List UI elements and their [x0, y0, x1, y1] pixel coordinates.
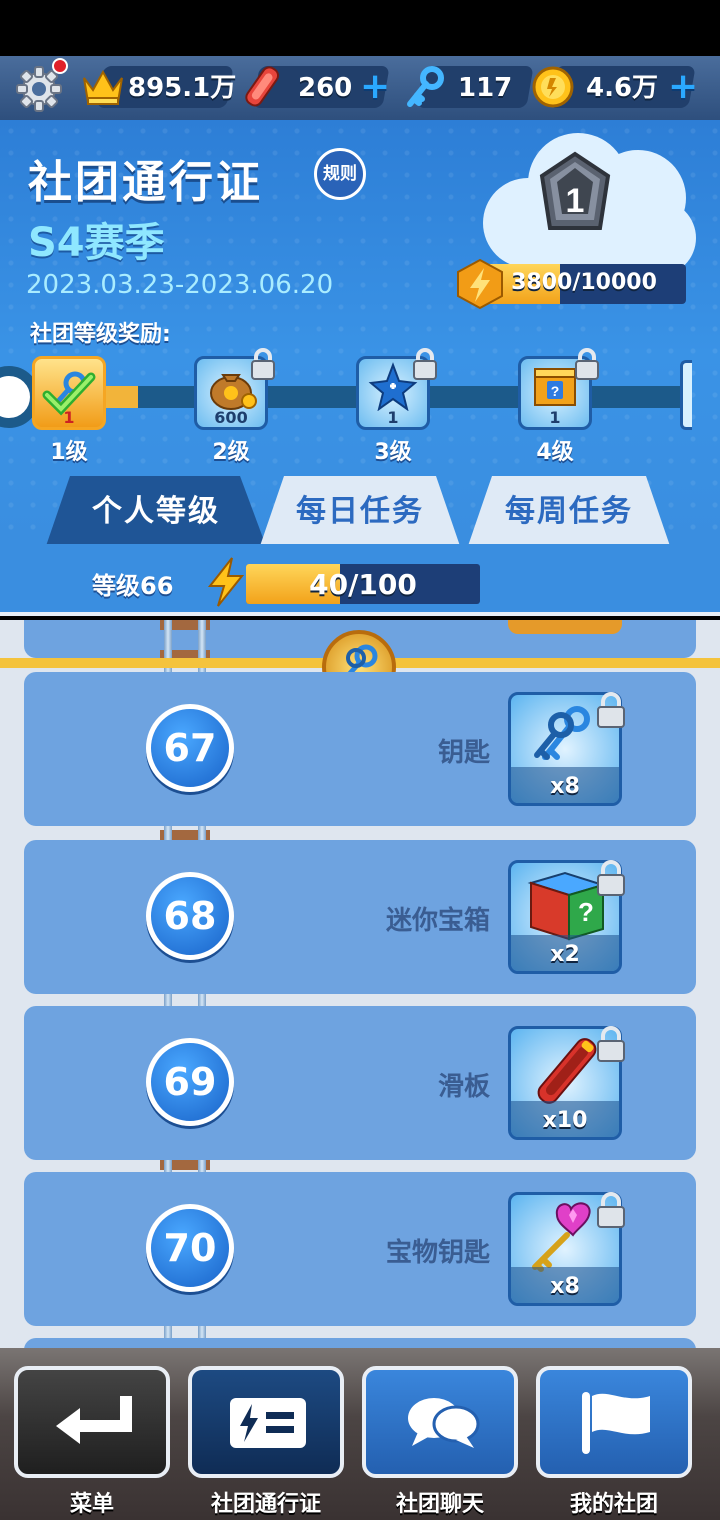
bottom-nav: 菜单 社团通行证 社团聊天 我的社团	[0, 1348, 720, 1520]
nav-label-my-club: 我的社团	[569, 1492, 658, 1517]
currency-bar: 895.1万 260 + 117 4.6万 +	[0, 56, 720, 120]
nav-label-club-pass: 社团通行证	[210, 1492, 321, 1517]
tab-personal-level[interactable]: 个人等级	[44, 476, 268, 544]
tab-label: 每周任务	[505, 494, 633, 529]
key-count: 117	[458, 73, 513, 103]
add-boards-button[interactable]: +	[360, 69, 390, 105]
pass-icon	[230, 1398, 306, 1448]
level-reward-list[interactable]: x20 67 钥匙 x8 68 迷你宝箱	[0, 620, 720, 1348]
nav-label-club-chat: 社团聊天	[395, 1492, 484, 1517]
club-reward-label-4: 4级	[536, 440, 574, 465]
rank-progress-bar: 3800/10000	[482, 264, 686, 304]
lock-icon	[251, 348, 275, 380]
level-number: 69	[146, 1038, 234, 1126]
reward-box-partial	[508, 620, 622, 634]
menu-button[interactable]	[14, 1366, 170, 1478]
chat-icon	[408, 1398, 480, 1448]
reward-name: 钥匙	[437, 738, 490, 768]
personal-progress-text: 40/100	[309, 568, 417, 601]
crown-icon	[83, 69, 123, 105]
lock-icon	[597, 692, 625, 728]
lightning-icon	[207, 557, 245, 607]
flag-icon	[582, 1392, 650, 1454]
tab-daily-tasks[interactable]: 每日任务	[258, 476, 462, 544]
board-count: 260	[298, 73, 353, 103]
reward-qty: x8	[550, 774, 580, 799]
season-label: S4赛季	[28, 220, 165, 266]
club-pass-header: 社团通行证 规则 S4赛季 2023.03.23-2023.06.20 社团等级…	[0, 120, 720, 544]
svg-text:?: ?	[551, 383, 560, 399]
tab-label: 个人等级	[92, 494, 220, 529]
reward-count: 1	[549, 408, 561, 427]
my-club-button[interactable]	[536, 1366, 692, 1478]
club-reward-label-1: 1级	[50, 440, 88, 465]
lightning-hexagon-icon	[457, 258, 503, 310]
level-row-70[interactable]: 70 宝物钥匙 x8	[24, 1172, 696, 1326]
club-chat-button[interactable]	[362, 1366, 518, 1478]
reward-name: 迷你宝箱	[385, 906, 490, 936]
reward-name: 滑板	[437, 1072, 490, 1102]
key-icon	[407, 66, 444, 107]
level-number: 70	[146, 1204, 234, 1292]
nav-label-menu: 菜单	[69, 1492, 114, 1517]
personal-level-label: 等级66	[92, 572, 174, 600]
club-pass-button[interactable]	[188, 1366, 344, 1478]
reward-qty: x2	[550, 942, 580, 967]
level-number: 68	[146, 872, 234, 960]
level-row-partial-bottom	[24, 1338, 696, 1348]
reward-name: 宝物钥匙	[385, 1238, 490, 1268]
back-arrow-icon	[56, 1396, 132, 1444]
level-number: 67	[146, 704, 234, 792]
reward-count: 600	[214, 408, 248, 427]
season-dates: 2023.03.23-2023.06.20	[26, 270, 334, 300]
rules-button[interactable]: 规则	[314, 148, 366, 200]
level-row-67[interactable]: 67 钥匙 x8	[24, 672, 696, 826]
level-row-68[interactable]: 68 迷你宝箱 ? x2	[24, 840, 696, 994]
tab-label: 每日任务	[296, 494, 424, 529]
lock-icon	[575, 348, 599, 380]
coin-icon	[532, 66, 574, 108]
lock-icon	[597, 860, 625, 896]
coin-count: 4.6万	[586, 73, 659, 103]
tab-weekly-tasks[interactable]: 每周任务	[466, 476, 672, 544]
lock-icon	[597, 1192, 625, 1228]
club-reward-next-peek	[680, 360, 692, 430]
lock-icon	[597, 1026, 625, 1062]
club-reward-label: 社团等级奖励:	[30, 322, 171, 347]
club-reward-label-2: 2级	[212, 440, 250, 465]
rank-progress-text: 3800/10000	[511, 270, 657, 295]
rank-badge: 1	[483, 133, 696, 278]
status-bar	[0, 0, 720, 56]
notification-dot	[52, 58, 68, 74]
reward-qty: x8	[550, 1274, 580, 1299]
reward-count: 1	[63, 408, 75, 427]
reward-qty: x10	[542, 1108, 588, 1133]
svg-text:?: ?	[578, 897, 594, 927]
page-title: 社团通行证	[28, 157, 263, 208]
reward-count: 1	[387, 408, 399, 427]
add-coins-button[interactable]: +	[668, 69, 698, 105]
club-reward-level-1[interactable]: 1	[32, 356, 106, 430]
personal-level-bar: 等级66 40/100	[0, 544, 720, 616]
crown-count: 895.1万	[128, 73, 237, 103]
personal-progress-bar: 40/100	[246, 564, 480, 604]
lock-icon	[413, 348, 437, 380]
hoverboard-icon	[245, 66, 280, 107]
level-row-69[interactable]: 69 滑板 x10	[24, 1006, 696, 1160]
club-reward-label-3: 3级	[374, 440, 412, 465]
rank-number: 1	[566, 182, 585, 220]
